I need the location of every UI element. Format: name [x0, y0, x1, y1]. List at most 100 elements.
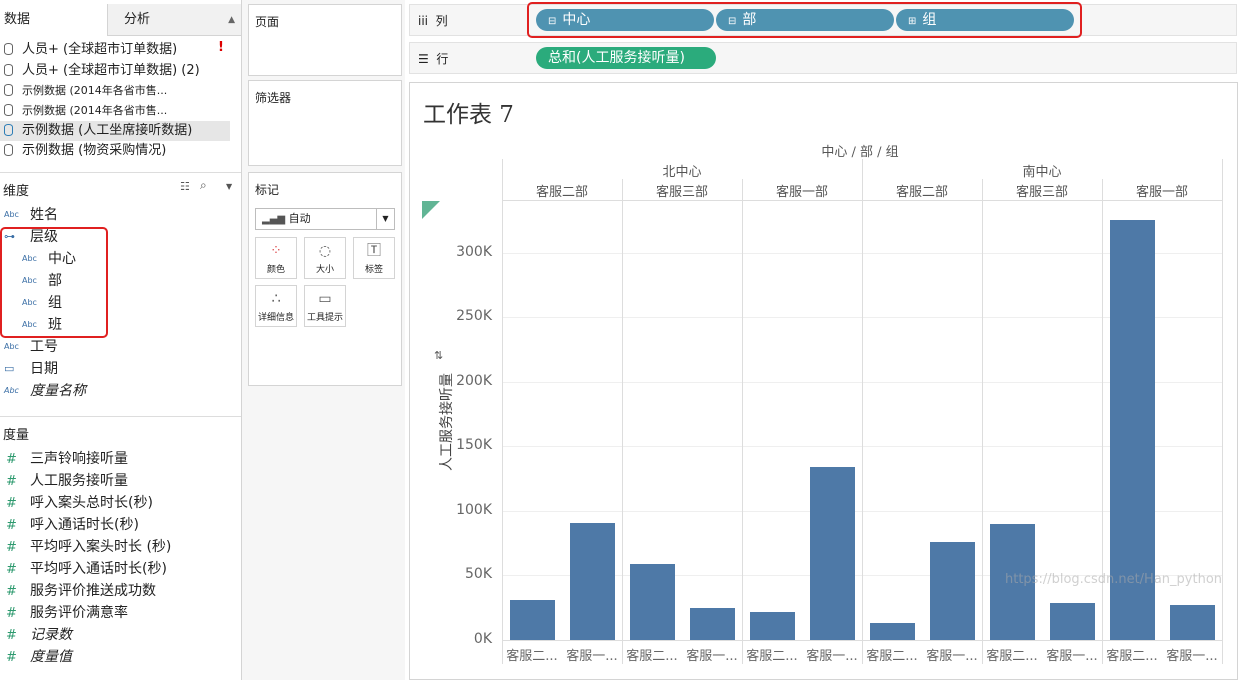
measure-field[interactable]: # 记录数: [6, 624, 72, 646]
bar-chart-icon: ▂▄▆: [262, 214, 286, 225]
database-check-icon: [4, 124, 13, 136]
bar[interactable]: [690, 607, 735, 640]
datasource-label: 示例数据 (2014年各省市售...: [22, 104, 168, 117]
field-label: 日期: [30, 361, 58, 377]
measure-field[interactable]: # 平均呼入案头时长 (秒): [6, 536, 171, 558]
measure-field[interactable]: # 服务评价满意率: [6, 602, 128, 624]
string-type-icon: Abc: [4, 386, 19, 395]
y-tick-label: 250K: [456, 308, 492, 325]
tooltip-label: 工具提示: [306, 313, 343, 323]
tab-analysis[interactable]: 分析 ▲: [107, 4, 241, 36]
pages-title: 页面: [255, 15, 280, 29]
detail-icon: ∴: [271, 291, 281, 307]
number-type-icon: #: [6, 562, 17, 577]
measure-field[interactable]: # 人工服务接听量: [6, 470, 128, 492]
detail-button[interactable]: ∴ 详细信息: [255, 285, 297, 327]
dimension-field[interactable]: Abc 工号: [4, 336, 58, 358]
pane-divider: [862, 159, 863, 664]
tooltip-button[interactable]: ▭ 工具提示: [304, 285, 346, 327]
field-label: 姓名: [30, 207, 58, 223]
tab-analysis-label: 分析: [124, 12, 151, 27]
field-label: 呼入通话时长(秒): [30, 517, 139, 533]
bar[interactable]: [630, 563, 675, 640]
datasource-item[interactable]: 示例数据 (2014年各省市售...: [0, 81, 167, 101]
bar[interactable]: [1170, 605, 1215, 640]
dimension-field[interactable]: Abc 度量名称: [4, 380, 86, 402]
database-icon: [4, 144, 13, 156]
number-type-icon: #: [6, 496, 17, 511]
center-header: 北中心: [662, 165, 702, 180]
columns-label: 列: [435, 14, 448, 28]
divider: [0, 416, 241, 417]
x-category-label: 客服二...: [506, 649, 558, 664]
datasource-label: 人员+ (全球超市订单数据) (2): [22, 63, 200, 78]
label-button[interactable]: 🅃 标签: [353, 237, 395, 279]
label-icon: 🅃: [367, 243, 381, 259]
pill-label: 总和(人工服务接听量): [548, 50, 685, 66]
pane-divider: [502, 159, 503, 664]
dimension-field[interactable]: Abc 姓名: [4, 204, 58, 226]
datasource-label: 示例数据 (人工坐席接听数据): [22, 123, 193, 138]
cards-pane: 页面 筛选器 标记 ▂▄▆ 自动 ▼ ⁘ 颜色 ◌ 大小 🅃 标签 ∴ 详细信息 ▭ 工具…: [242, 0, 405, 680]
search-icon[interactable]: ⌕: [200, 178, 207, 193]
datasource-item[interactable]: 人员+ (全球超市订单数据) (2): [0, 61, 200, 81]
tab-data[interactable]: 数据: [0, 4, 107, 36]
department-header: 客服二部: [535, 185, 588, 200]
datasource-item[interactable]: 示例数据 (2014年各省市售...: [0, 101, 167, 121]
x-category-label: 客服一...: [566, 649, 618, 664]
pages-card[interactable]: 页面: [248, 4, 402, 76]
rows-shelf[interactable]: ☰ 行 总和(人工服务接听量): [409, 42, 1237, 74]
columns-shelf[interactable]: iii 列 ⊟ 中心 ⊟ 部 ⊞ 组: [409, 2, 1237, 38]
x-category-label: 客服二...: [866, 649, 918, 664]
datasource-label: 示例数据 (物资采购情况): [22, 143, 167, 158]
measure-field[interactable]: # 平均呼入通话时长(秒): [6, 558, 167, 580]
number-type-icon: #: [6, 584, 17, 599]
divider: [0, 172, 241, 173]
pane-divider: [1222, 159, 1223, 664]
number-type-icon: #: [6, 452, 17, 467]
sort-icon[interactable]: ⇅: [434, 349, 443, 362]
field-label: 平均呼入通话时长(秒): [30, 561, 167, 577]
datasource-item-selected[interactable]: 示例数据 (人工坐席接听数据): [0, 121, 230, 141]
color-button[interactable]: ⁘ 颜色: [255, 237, 297, 279]
rows-shelf-label: ☰ 行: [418, 50, 448, 67]
y-tick-label: 300K: [456, 243, 492, 260]
workspace: iii 列 ⊟ 中心 ⊟ 部 ⊞ 组 ☰ 行 总和(人工服务接听量) 工作表 7 中心…: [405, 0, 1238, 680]
chevron-down-icon[interactable]: ▼: [226, 182, 232, 191]
database-icon: [4, 104, 13, 116]
filters-card[interactable]: 筛选器: [248, 80, 402, 166]
x-category-label: 客服二...: [746, 649, 798, 664]
bar[interactable]: [930, 541, 975, 640]
header-divider: [502, 200, 1222, 201]
mark-type-select[interactable]: ▂▄▆ 自动 ▼: [255, 208, 395, 230]
bar[interactable]: [810, 466, 855, 640]
x-category-label: 客服一...: [806, 649, 858, 664]
bar[interactable]: [750, 611, 795, 640]
dimension-field[interactable]: ▭ 日期: [4, 358, 58, 380]
bar[interactable]: [510, 599, 555, 640]
field-label: 度量名称: [30, 383, 86, 399]
dimensions-title: 维度: [3, 184, 30, 199]
size-icon: ◌: [318, 243, 332, 259]
field-label: 记录数: [30, 627, 72, 643]
size-button[interactable]: ◌ 大小: [304, 237, 346, 279]
y-tick-label: 50K: [465, 566, 492, 583]
x-category-label: 客服一...: [1166, 649, 1218, 664]
measure-field[interactable]: # 三声铃响接听量: [6, 448, 128, 470]
measure-field[interactable]: # 服务评价推送成功数: [6, 580, 156, 602]
tooltip-icon: ▭: [318, 291, 332, 307]
updown-icon[interactable]: ▲: [228, 4, 235, 36]
string-type-icon: Abc: [4, 342, 19, 351]
bar[interactable]: [1050, 602, 1095, 640]
bar[interactable]: [570, 522, 615, 640]
list-view-icon[interactable]: ☷: [180, 180, 190, 193]
row-pill-sum[interactable]: 总和(人工服务接听量): [536, 47, 716, 69]
datasource-item[interactable]: 人员+ (全球超市订单数据): [0, 40, 177, 60]
calendar-icon: ▭: [4, 362, 15, 375]
datasource-item[interactable]: 示例数据 (物资采购情况): [0, 141, 166, 161]
field-label: 服务评价满意率: [30, 605, 128, 621]
measure-field[interactable]: # 呼入案头总时长(秒): [6, 492, 153, 514]
measure-field[interactable]: # 度量值: [6, 646, 72, 668]
bar[interactable]: [870, 623, 915, 640]
measure-field[interactable]: # 呼入通话时长(秒): [6, 514, 139, 536]
